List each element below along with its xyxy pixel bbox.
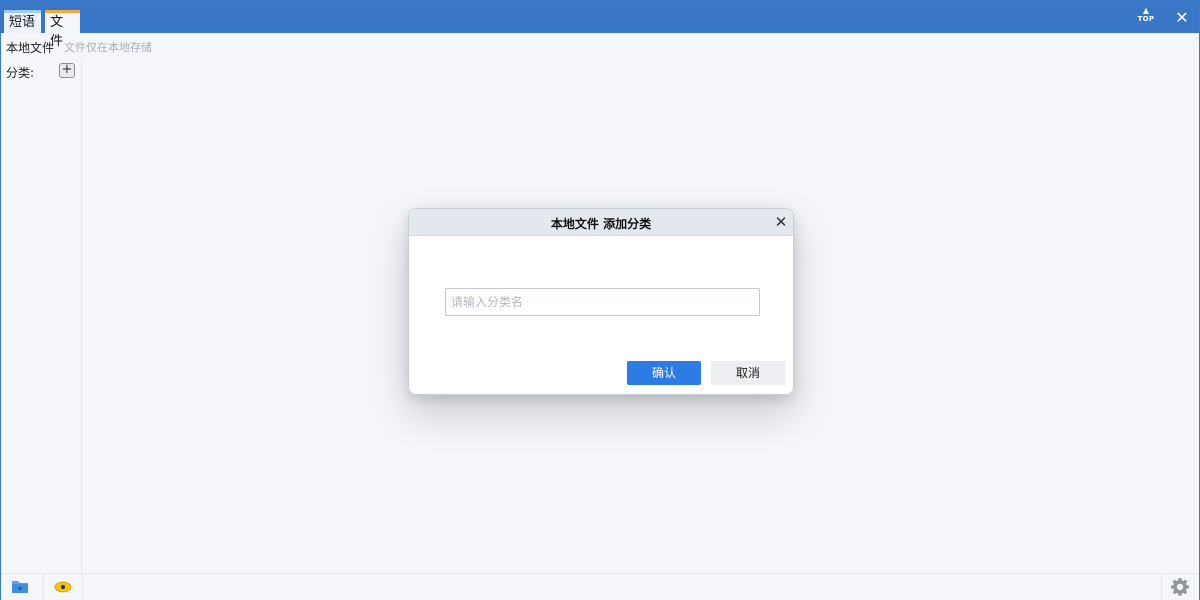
storage-hint: 文件仅在本地存储 (64, 41, 152, 54)
bottom-toolbar (1, 573, 1199, 600)
pin-top-label: TOP (1137, 15, 1155, 23)
footer-divider (82, 574, 83, 600)
title-bar: 短语 文件 ▲ TOP ✕ (1, 1, 1199, 49)
folder-icon[interactable] (11, 578, 29, 594)
cancel-button[interactable]: 取消 (711, 361, 785, 385)
pin-top-icon: ▲ (1142, 6, 1150, 15)
close-icon: ✕ (1175, 8, 1189, 27)
dialog-close-button[interactable]: ✕ (772, 213, 790, 231)
tab-phrases-label: 短语 (9, 15, 36, 30)
category-sidebar: 分类: + (1, 58, 82, 574)
close-icon: ✕ (774, 213, 788, 231)
eye-icon[interactable] (54, 580, 72, 594)
pin-top-button[interactable]: ▲ TOP (1135, 7, 1157, 27)
category-name-input[interactable] (445, 288, 760, 316)
gear-icon[interactable] (1170, 577, 1190, 597)
dialog-title: 本地文件 添加分类 (550, 217, 652, 231)
add-category-dialog: 本地文件 添加分类 ✕ 确认 取消 (408, 208, 794, 395)
tab-phrases[interactable]: 短语 (4, 10, 41, 33)
app-window: 短语 文件 ▲ TOP ✕ 本地文件 文件仅在本地存储 分类: + 本地文件 添… (0, 0, 1200, 600)
window-close-button[interactable]: ✕ (1171, 7, 1193, 29)
footer-divider (1161, 574, 1162, 600)
footer-divider (43, 574, 44, 600)
add-category-button[interactable]: + (59, 63, 75, 78)
category-label: 分类: (6, 66, 35, 80)
confirm-button[interactable]: 确认 (627, 361, 701, 385)
page-title: 本地文件 (6, 41, 55, 55)
section-header: 本地文件 文件仅在本地存储 (1, 34, 401, 58)
tab-files[interactable]: 文件 (45, 10, 80, 49)
plus-box-icon: + (61, 62, 73, 77)
dialog-header: 本地文件 添加分类 ✕ (409, 209, 793, 236)
